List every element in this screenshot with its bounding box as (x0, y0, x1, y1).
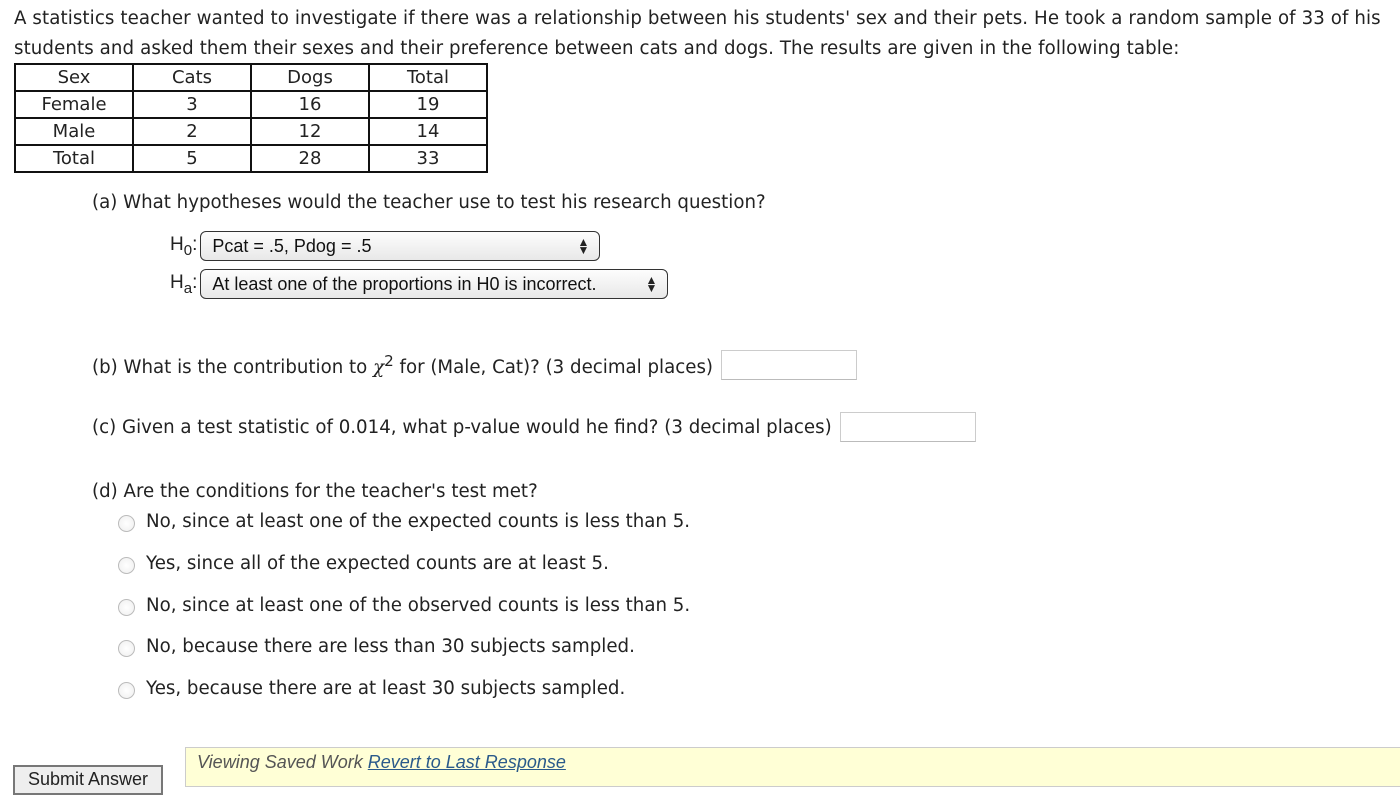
table-header-cell: Total (368, 63, 488, 92)
part-c-question: (c) Given a test statistic of 0.014, wha… (92, 416, 832, 438)
revert-link[interactable]: Revert to Last Response (368, 752, 566, 772)
alt-hypothesis-row: Ha: At least one of the proportions in H… (170, 269, 669, 299)
h0-select[interactable]: Pcat = .5, Pdog = .5 ▲ ▼ (200, 231, 601, 261)
part-c-answer-input[interactable] (839, 412, 976, 442)
table-cell: 19 (368, 90, 488, 119)
select-arrows-icon: ▲ ▼ (645, 273, 658, 295)
part-c-row: (c) Given a test statistic of 0.014, wha… (92, 412, 976, 442)
part-a-question: (a) What hypotheses would the teacher us… (92, 192, 766, 213)
table-row: Female 3 16 19 (14, 90, 488, 119)
part-b-question: (b) What is the contribution to χ2 for (… (92, 352, 713, 378)
table-cell: 16 (250, 90, 370, 119)
radio-button[interactable] (118, 557, 135, 574)
saved-work-text: Viewing Saved Work (197, 752, 368, 772)
part-b-prefix: (b) What is the contribution to (92, 357, 374, 379)
select-arrows-icon: ▲ ▼ (577, 235, 590, 257)
option-label[interactable]: No, because there are less than 30 subje… (146, 636, 635, 657)
part-d-option[interactable]: No, since at least one of the expected c… (118, 511, 690, 532)
part-d-option[interactable]: Yes, since all of the expected counts ar… (118, 553, 609, 574)
part-b-row: (b) What is the contribution to χ2 for (… (92, 350, 858, 380)
table-row: Total 5 28 33 (14, 144, 488, 173)
part-d-question: (d) Are the conditions for the teacher's… (92, 481, 538, 502)
table-cell: 5 (132, 144, 252, 173)
part-d-option[interactable]: No, because there are less than 30 subje… (118, 636, 635, 657)
h0-selected-value: Pcat = .5, Pdog = .5 (212, 235, 372, 256)
table-header-cell: Cats (132, 63, 252, 92)
h0-letter: H (170, 233, 184, 255)
option-label[interactable]: Yes, since all of the expected counts ar… (146, 553, 609, 574)
ha-label: Ha: (170, 271, 198, 297)
submit-answer-button[interactable]: Submit Answer (13, 765, 163, 795)
radio-button[interactable] (118, 515, 135, 532)
h0-label: H0: (170, 233, 198, 259)
option-label[interactable]: No, since at least one of the observed c… (146, 595, 690, 616)
null-hypothesis-row: H0: Pcat = .5, Pdog = .5 ▲ ▼ (170, 231, 601, 261)
radio-button[interactable] (118, 640, 135, 657)
radio-button[interactable] (118, 682, 135, 699)
table-cell: Female (14, 90, 134, 119)
option-label[interactable]: No, since at least one of the expected c… (146, 511, 690, 532)
table-header-row: Sex Cats Dogs Total (14, 63, 488, 92)
option-label[interactable]: Yes, because there are at least 30 subje… (146, 678, 625, 699)
chi-superscript: 2 (384, 351, 394, 370)
saved-work-banner: Viewing Saved Work Revert to Last Respon… (185, 747, 1400, 787)
table-row: Male 2 12 14 (14, 117, 488, 146)
table-cell: 12 (250, 117, 370, 146)
table-cell: 2 (132, 117, 252, 146)
problem-intro: A statistics teacher wanted to investiga… (14, 8, 1381, 59)
h0-subscript: 0 (183, 241, 193, 259)
table-cell: 14 (368, 117, 488, 146)
ha-selected-value: At least one of the proportions in H0 is… (212, 273, 597, 294)
part-b-suffix: for (Male, Cat)? (3 decimal places) (393, 357, 714, 379)
part-b-answer-input[interactable] (721, 350, 858, 380)
table-cell: 33 (368, 144, 488, 173)
part-d-option[interactable]: Yes, because there are at least 30 subje… (118, 678, 625, 699)
contingency-table: Sex Cats Dogs Total Female 3 16 19 Male … (14, 63, 488, 173)
ha-subscript: a (183, 279, 193, 297)
ha-select[interactable]: At least one of the proportions in H0 is… (200, 269, 669, 299)
table-header-cell: Dogs (250, 63, 370, 92)
table-cell: Male (14, 117, 134, 146)
table-header-cell: Sex (14, 63, 134, 92)
part-d-option[interactable]: No, since at least one of the observed c… (118, 595, 690, 616)
table-cell: 3 (132, 90, 252, 119)
chi-symbol: χ (373, 357, 385, 379)
radio-button[interactable] (118, 599, 135, 616)
table-cell: 28 (250, 144, 370, 173)
ha-letter: H (170, 271, 184, 293)
table-cell: Total (14, 144, 134, 173)
